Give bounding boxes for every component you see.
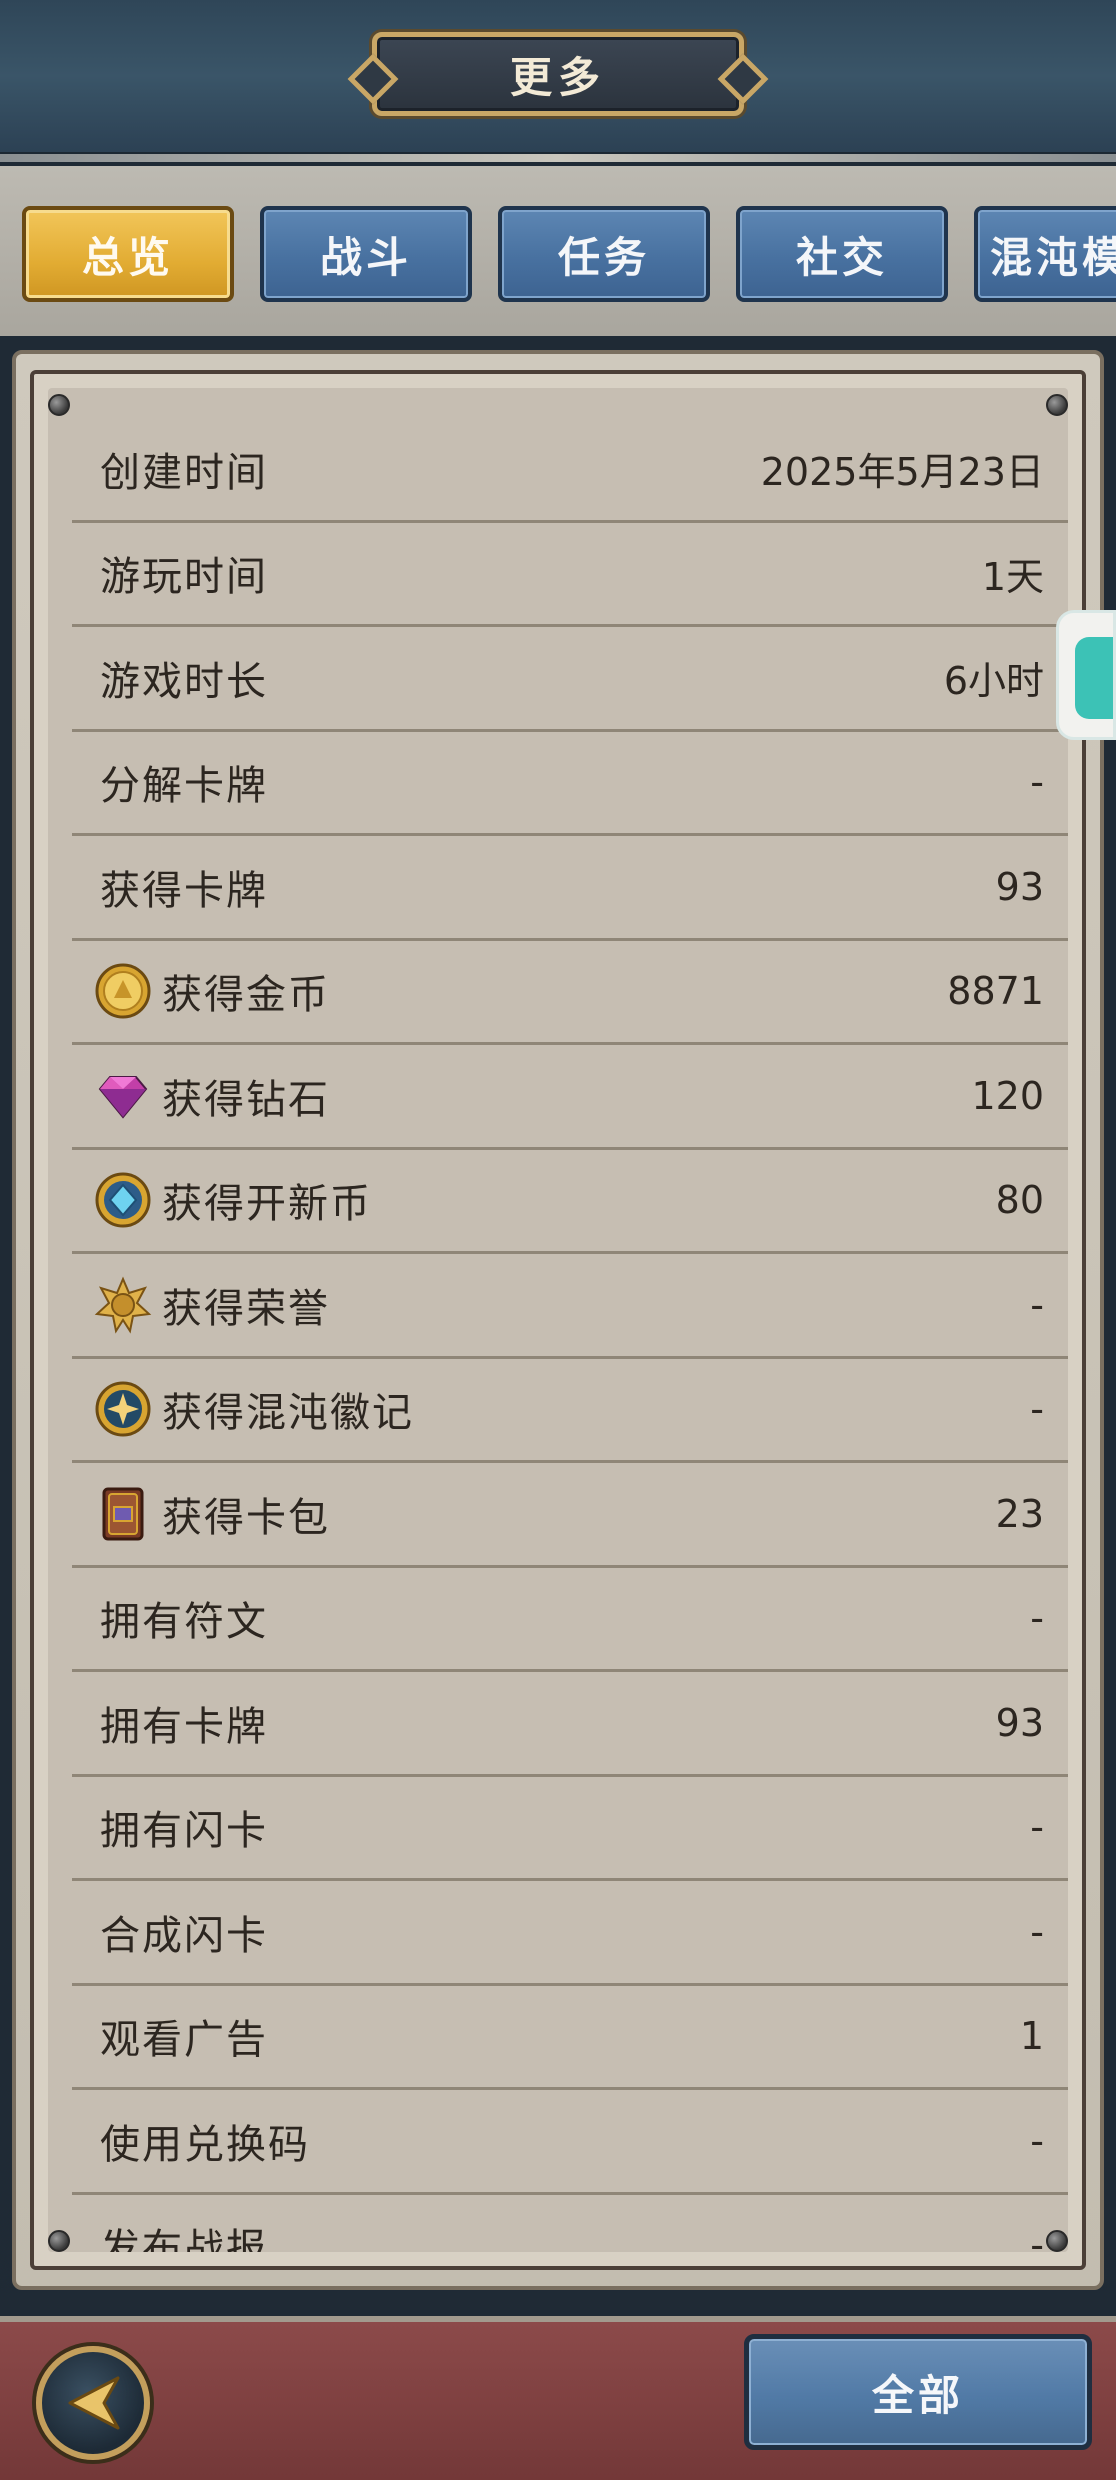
stat-value: 1 [1019, 2014, 1044, 2059]
rivet-icon [48, 394, 70, 416]
stat-value: - [1030, 2223, 1044, 2252]
tab-battle[interactable]: 战斗 [260, 206, 472, 302]
tab-label: 总览 [81, 232, 174, 282]
stat-value: 93 [995, 864, 1044, 909]
tab-label: 社交 [795, 232, 888, 282]
stat-label: 游戏时长 [100, 658, 268, 705]
rivet-icon [1046, 394, 1068, 416]
stat-row: 获得金币 8871 [72, 941, 1068, 1045]
card-pack-icon [94, 1485, 152, 1543]
stat-value: 80 [995, 1178, 1044, 1223]
stat-value: - [1030, 2118, 1044, 2163]
stat-row: 获得开新币 80 [72, 1150, 1068, 1254]
stat-row: 获得钻石 120 [72, 1045, 1068, 1150]
stat-value: - [1030, 1909, 1044, 1954]
stat-value: 120 [971, 1073, 1044, 1118]
stat-label: 拥有闪卡 [100, 1808, 268, 1855]
stat-label: 拥有卡牌 [100, 1703, 268, 1750]
all-button-label: 全部 [871, 2370, 964, 2420]
stat-row: 拥有闪卡 - [72, 1777, 1068, 1881]
stat-row: 拥有符文 - [72, 1568, 1068, 1672]
stat-row: 分解卡牌 - [72, 732, 1068, 836]
chaos-emblem-icon [94, 1380, 152, 1438]
tab-overview[interactable]: 总览 [22, 206, 234, 302]
tab-bar: 总览 战斗 任务 社交 混沌模 [0, 166, 1116, 336]
stat-row: 拥有卡牌 93 [72, 1672, 1068, 1777]
blue-gem-coin-icon [94, 1171, 152, 1229]
stat-value: 6小时 [943, 659, 1044, 704]
stat-value: 8871 [947, 969, 1044, 1014]
title-plate: 更多 [372, 32, 744, 116]
diamond-icon [94, 1067, 152, 1125]
stat-label: 获得开新币 [162, 1181, 372, 1228]
stat-row: 获得荣誉 - [72, 1254, 1068, 1359]
header-bar: 更多 [0, 0, 1116, 162]
stat-value: - [1030, 760, 1044, 805]
stat-label: 获得卡包 [162, 1494, 330, 1541]
back-arrow-icon [68, 2376, 120, 2430]
stats-screen: 更多 总览 战斗 任务 社交 混沌模 创建时间 2025年5月23日 游玩时间 1天游… [0, 0, 1116, 2480]
stat-label: 获得混沌徽记 [162, 1390, 414, 1437]
stats-panel: 创建时间 2025年5月23日 游玩时间 1天 游戏时长 6小时 分解卡牌 - 获得卡牌 93 获得… [12, 350, 1104, 2290]
stat-label: 使用兑换码 [100, 2121, 310, 2168]
stat-row: 获得卡包 23 [72, 1463, 1068, 1568]
tab-chaos[interactable]: 混沌模 [974, 206, 1116, 302]
stats-panel-inner: 创建时间 2025年5月23日 游玩时间 1天 游戏时长 6小时 分解卡牌 - 获得卡牌 93 获得… [30, 370, 1086, 2270]
honor-medal-icon [94, 1276, 152, 1334]
page-title: 更多 [509, 52, 606, 102]
stat-label: 获得金币 [162, 972, 330, 1019]
stat-row: 游戏时长 6小时 [72, 627, 1068, 732]
stat-value: - [1030, 1805, 1044, 1850]
stat-label: 观看广告 [100, 2017, 268, 2064]
stat-value: - [1030, 1282, 1044, 1327]
stat-row: 创建时间 2025年5月23日 [72, 418, 1068, 523]
stat-label: 游玩时间 [100, 554, 268, 601]
stat-label: 分解卡牌 [100, 763, 268, 810]
stat-label: 创建时间 [100, 449, 268, 496]
stat-label: 获得荣誉 [162, 1285, 330, 1332]
all-button[interactable]: 全部 [744, 2334, 1092, 2450]
stat-label: 发布战报 [100, 2226, 268, 2252]
stat-row: 获得混沌徽记 - [72, 1359, 1068, 1463]
floating-side-tag[interactable] [1056, 610, 1116, 740]
tab-label: 混沌模 [990, 232, 1116, 282]
tab-label: 任务 [557, 232, 650, 282]
rivet-icon [48, 2230, 70, 2252]
back-button[interactable] [36, 2346, 150, 2460]
stat-label: 合成闪卡 [100, 1912, 268, 1959]
stats-list-background: 创建时间 2025年5月23日 游玩时间 1天 游戏时长 6小时 分解卡牌 - 获得卡牌 93 获得… [48, 388, 1068, 2252]
stat-label: 拥有符文 [100, 1599, 268, 1646]
stat-row: 使用兑换码 - [72, 2090, 1068, 2195]
stat-value: - [1030, 1596, 1044, 1641]
bottom-bar: 全部 [0, 2316, 1116, 2480]
stat-label: 获得卡牌 [100, 867, 268, 914]
tab-label: 战斗 [319, 232, 412, 282]
stat-value: 1天 [981, 554, 1044, 599]
stat-row: 观看广告 1 [72, 1986, 1068, 2090]
stat-label: 获得钻石 [162, 1076, 330, 1123]
stat-row: 发布战报 - [72, 2195, 1068, 2252]
stat-row: 游玩时间 1天 [72, 523, 1068, 627]
stat-value: 23 [995, 1491, 1044, 1536]
stats-list[interactable]: 创建时间 2025年5月23日 游玩时间 1天 游戏时长 6小时 分解卡牌 - 获得卡牌 93 获得… [72, 418, 1068, 2252]
stat-row: 合成闪卡 - [72, 1881, 1068, 1986]
stat-row: 获得卡牌 93 [72, 836, 1068, 941]
gold-coin-icon [94, 962, 152, 1020]
tab-tasks[interactable]: 任务 [498, 206, 710, 302]
stat-value: 2025年5月23日 [760, 450, 1044, 495]
stat-value: - [1030, 1387, 1044, 1432]
stat-value: 93 [995, 1700, 1044, 1745]
tab-social[interactable]: 社交 [736, 206, 948, 302]
rivet-icon [1046, 2230, 1068, 2252]
